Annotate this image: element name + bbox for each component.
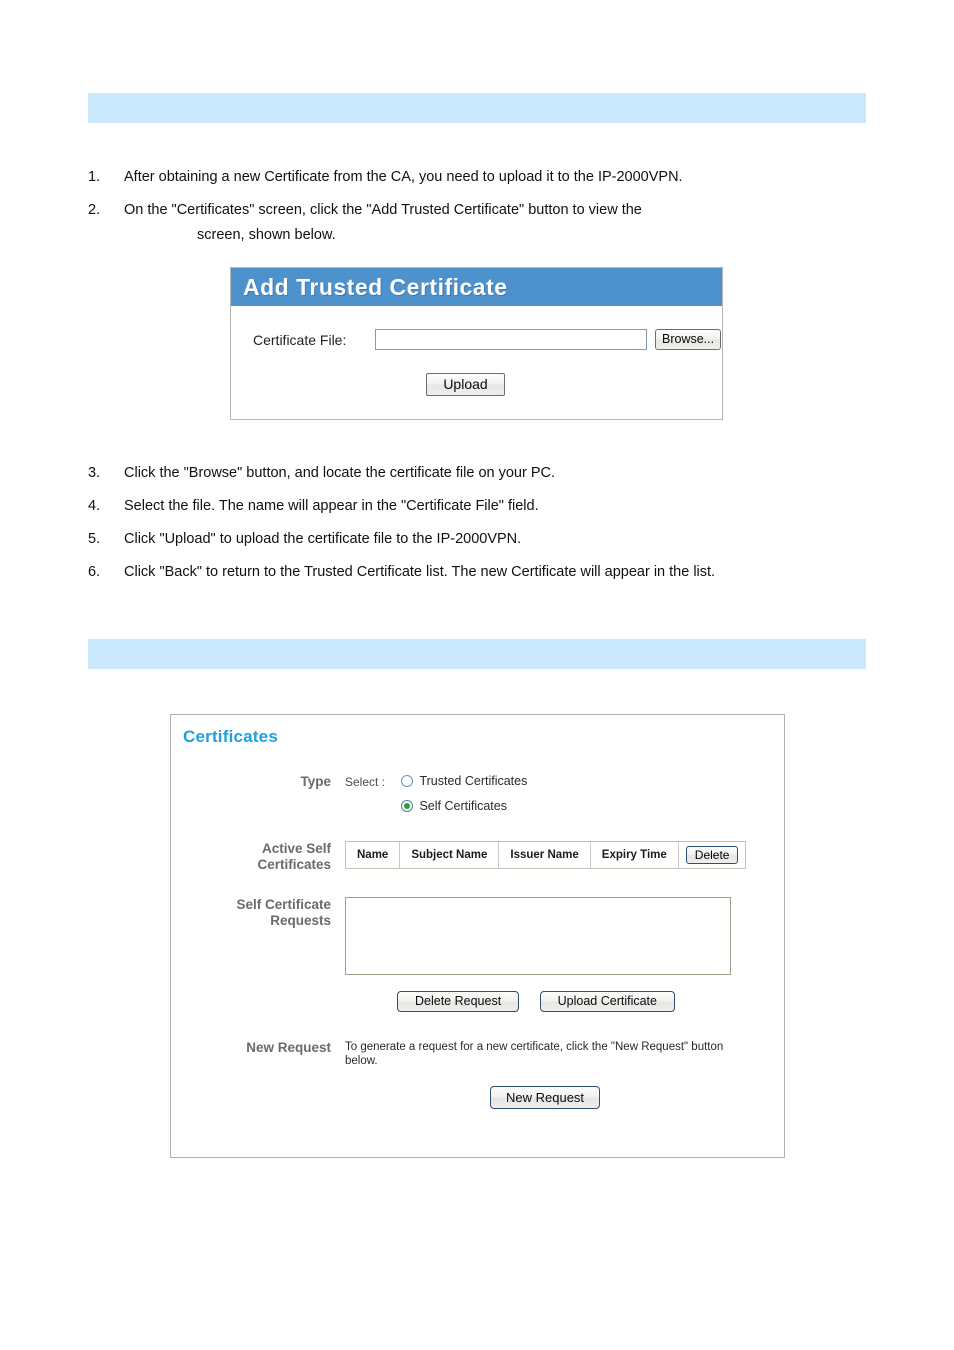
column-header-expiry-time: Expiry Time — [590, 841, 679, 869]
new-request-button[interactable]: New Request — [490, 1086, 601, 1109]
list-item-number: 5. — [88, 531, 101, 547]
list-item: 1. After obtaining a new Certificate fro… — [88, 168, 878, 186]
type-radio-group: Trusted Certificates Self Certificates — [401, 774, 527, 824]
new-request-label: New Request — [246, 1040, 331, 1055]
list-item: 3. Click the "Browse" button, and locate… — [88, 464, 878, 482]
type-row-body: Select : Trusted Certificates Self Certi… — [345, 774, 784, 824]
certificate-file-input[interactable] — [375, 329, 647, 350]
active-self-certificates-body: Name Subject Name Issuer Name Expiry Tim… — [345, 841, 784, 873]
list-item-number: 6. — [88, 564, 101, 580]
type-row: Type Select : Trusted Certificates Self … — [171, 774, 784, 824]
active-self-certificates-row: Active Self Certificates Name Subject Na… — [171, 841, 784, 873]
select-label: Select : — [345, 775, 386, 789]
column-header-name: Name — [345, 841, 401, 869]
active-self-certificates-table: Name Subject Name Issuer Name Expiry Tim… — [345, 841, 747, 869]
delete-request-button[interactable]: Delete Request — [397, 991, 520, 1012]
dialog-body: Certificate File: Browse... Upload — [231, 306, 722, 396]
section-heading-bar-top — [88, 93, 866, 123]
radio-button-selected-icon[interactable] — [401, 800, 414, 812]
instruction-list-upper: 1. After obtaining a new Certificate fro… — [88, 168, 878, 259]
self-certificate-requests-label-line1: Self Certificate — [236, 897, 331, 912]
radio-button-icon[interactable] — [401, 775, 414, 787]
list-item-text: Select the file. The name will appear in… — [124, 498, 539, 514]
new-request-description: To generate a request for a new certific… — [345, 1041, 724, 1067]
list-item-text: Click the "Browse" button, and locate th… — [124, 465, 556, 481]
radio-label: Self Certificates — [419, 799, 507, 813]
certificate-file-label: Certificate File: — [253, 331, 347, 348]
table-header-row: Name Subject Name Issuer Name Expiry Tim… — [345, 841, 746, 869]
list-item: 4. Select the file. The name will appear… — [88, 497, 878, 515]
table-action-cell: Delete — [678, 842, 746, 869]
page-title: Add Trusted Certificate — [243, 273, 508, 300]
certificate-file-row: Certificate File: Browse... — [231, 329, 722, 350]
list-item: 6. Click "Back" to return to the Trusted… — [88, 563, 878, 581]
list-item-number: 1. — [88, 169, 101, 185]
instruction-list-lower: 3. Click the "Browse" button, and locate… — [88, 464, 878, 596]
self-certificate-requests-label-line2: Requests — [270, 913, 331, 928]
active-self-certificates-label: Active Self Certificates — [183, 841, 345, 873]
list-item-text: On the "Certificates" screen, click the … — [124, 202, 642, 218]
upload-button-row: Upload — [231, 373, 722, 396]
type-row-label: Type — [300, 774, 331, 789]
browse-button[interactable]: Browse... — [655, 329, 722, 350]
list-item-text: Click "Upload" to upload the certificate… — [124, 531, 522, 547]
radio-self-certificates[interactable]: Self Certificates — [401, 799, 527, 813]
dialog-titlebar: Add Trusted Certificate — [231, 268, 722, 306]
list-item-number: 4. — [88, 498, 101, 514]
section-heading-bar-bottom — [88, 639, 866, 669]
list-item: 5. Click "Upload" to upload the certific… — [88, 530, 878, 548]
self-certificate-requests-row: Self Certificate Requests Delete Request… — [171, 897, 784, 1012]
self-certificate-requests-textarea[interactable] — [345, 897, 731, 975]
self-certificate-requests-buttons: Delete Request Upload Certificate — [345, 991, 784, 1012]
list-item-text: After obtaining a new Certificate from t… — [124, 169, 683, 185]
radio-trusted-certificates[interactable]: Trusted Certificates — [401, 774, 527, 788]
list-item-text: Click "Back" to return to the Trusted Ce… — [124, 564, 716, 580]
list-item-number: 3. — [88, 465, 101, 481]
active-self-certificates-label-line1: Active Self — [261, 841, 331, 856]
upload-certificate-button[interactable]: Upload Certificate — [539, 991, 675, 1012]
radio-label: Trusted Certificates — [419, 774, 528, 788]
self-certificate-requests-label: Self Certificate Requests — [183, 897, 345, 1012]
new-request-row: New Request To generate a request for a … — [171, 1040, 784, 1109]
list-item: 2. On the "Certificates" screen, click t… — [88, 201, 878, 244]
column-header-issuer-name: Issuer Name — [498, 841, 591, 869]
list-item-continuation: screen, shown below. — [197, 227, 336, 243]
list-item-number: 2. — [88, 202, 101, 218]
column-header-subject-name: Subject Name — [399, 841, 500, 869]
active-self-certificates-label-line2: Certificates — [257, 857, 331, 872]
add-trusted-certificate-dialog: Add Trusted Certificate Certificate File… — [230, 267, 723, 420]
certificates-panel-heading: Certificates — [183, 727, 278, 746]
upload-button[interactable]: Upload — [426, 373, 505, 396]
new-request-body: To generate a request for a new certific… — [345, 1040, 784, 1109]
delete-button[interactable]: Delete — [685, 846, 739, 864]
self-certificate-requests-body: Delete Request Upload Certificate — [345, 897, 784, 1012]
certificates-panel: Certificates Type Select : Trusted Certi… — [170, 714, 785, 1158]
new-request-button-row: New Request — [345, 1086, 784, 1109]
